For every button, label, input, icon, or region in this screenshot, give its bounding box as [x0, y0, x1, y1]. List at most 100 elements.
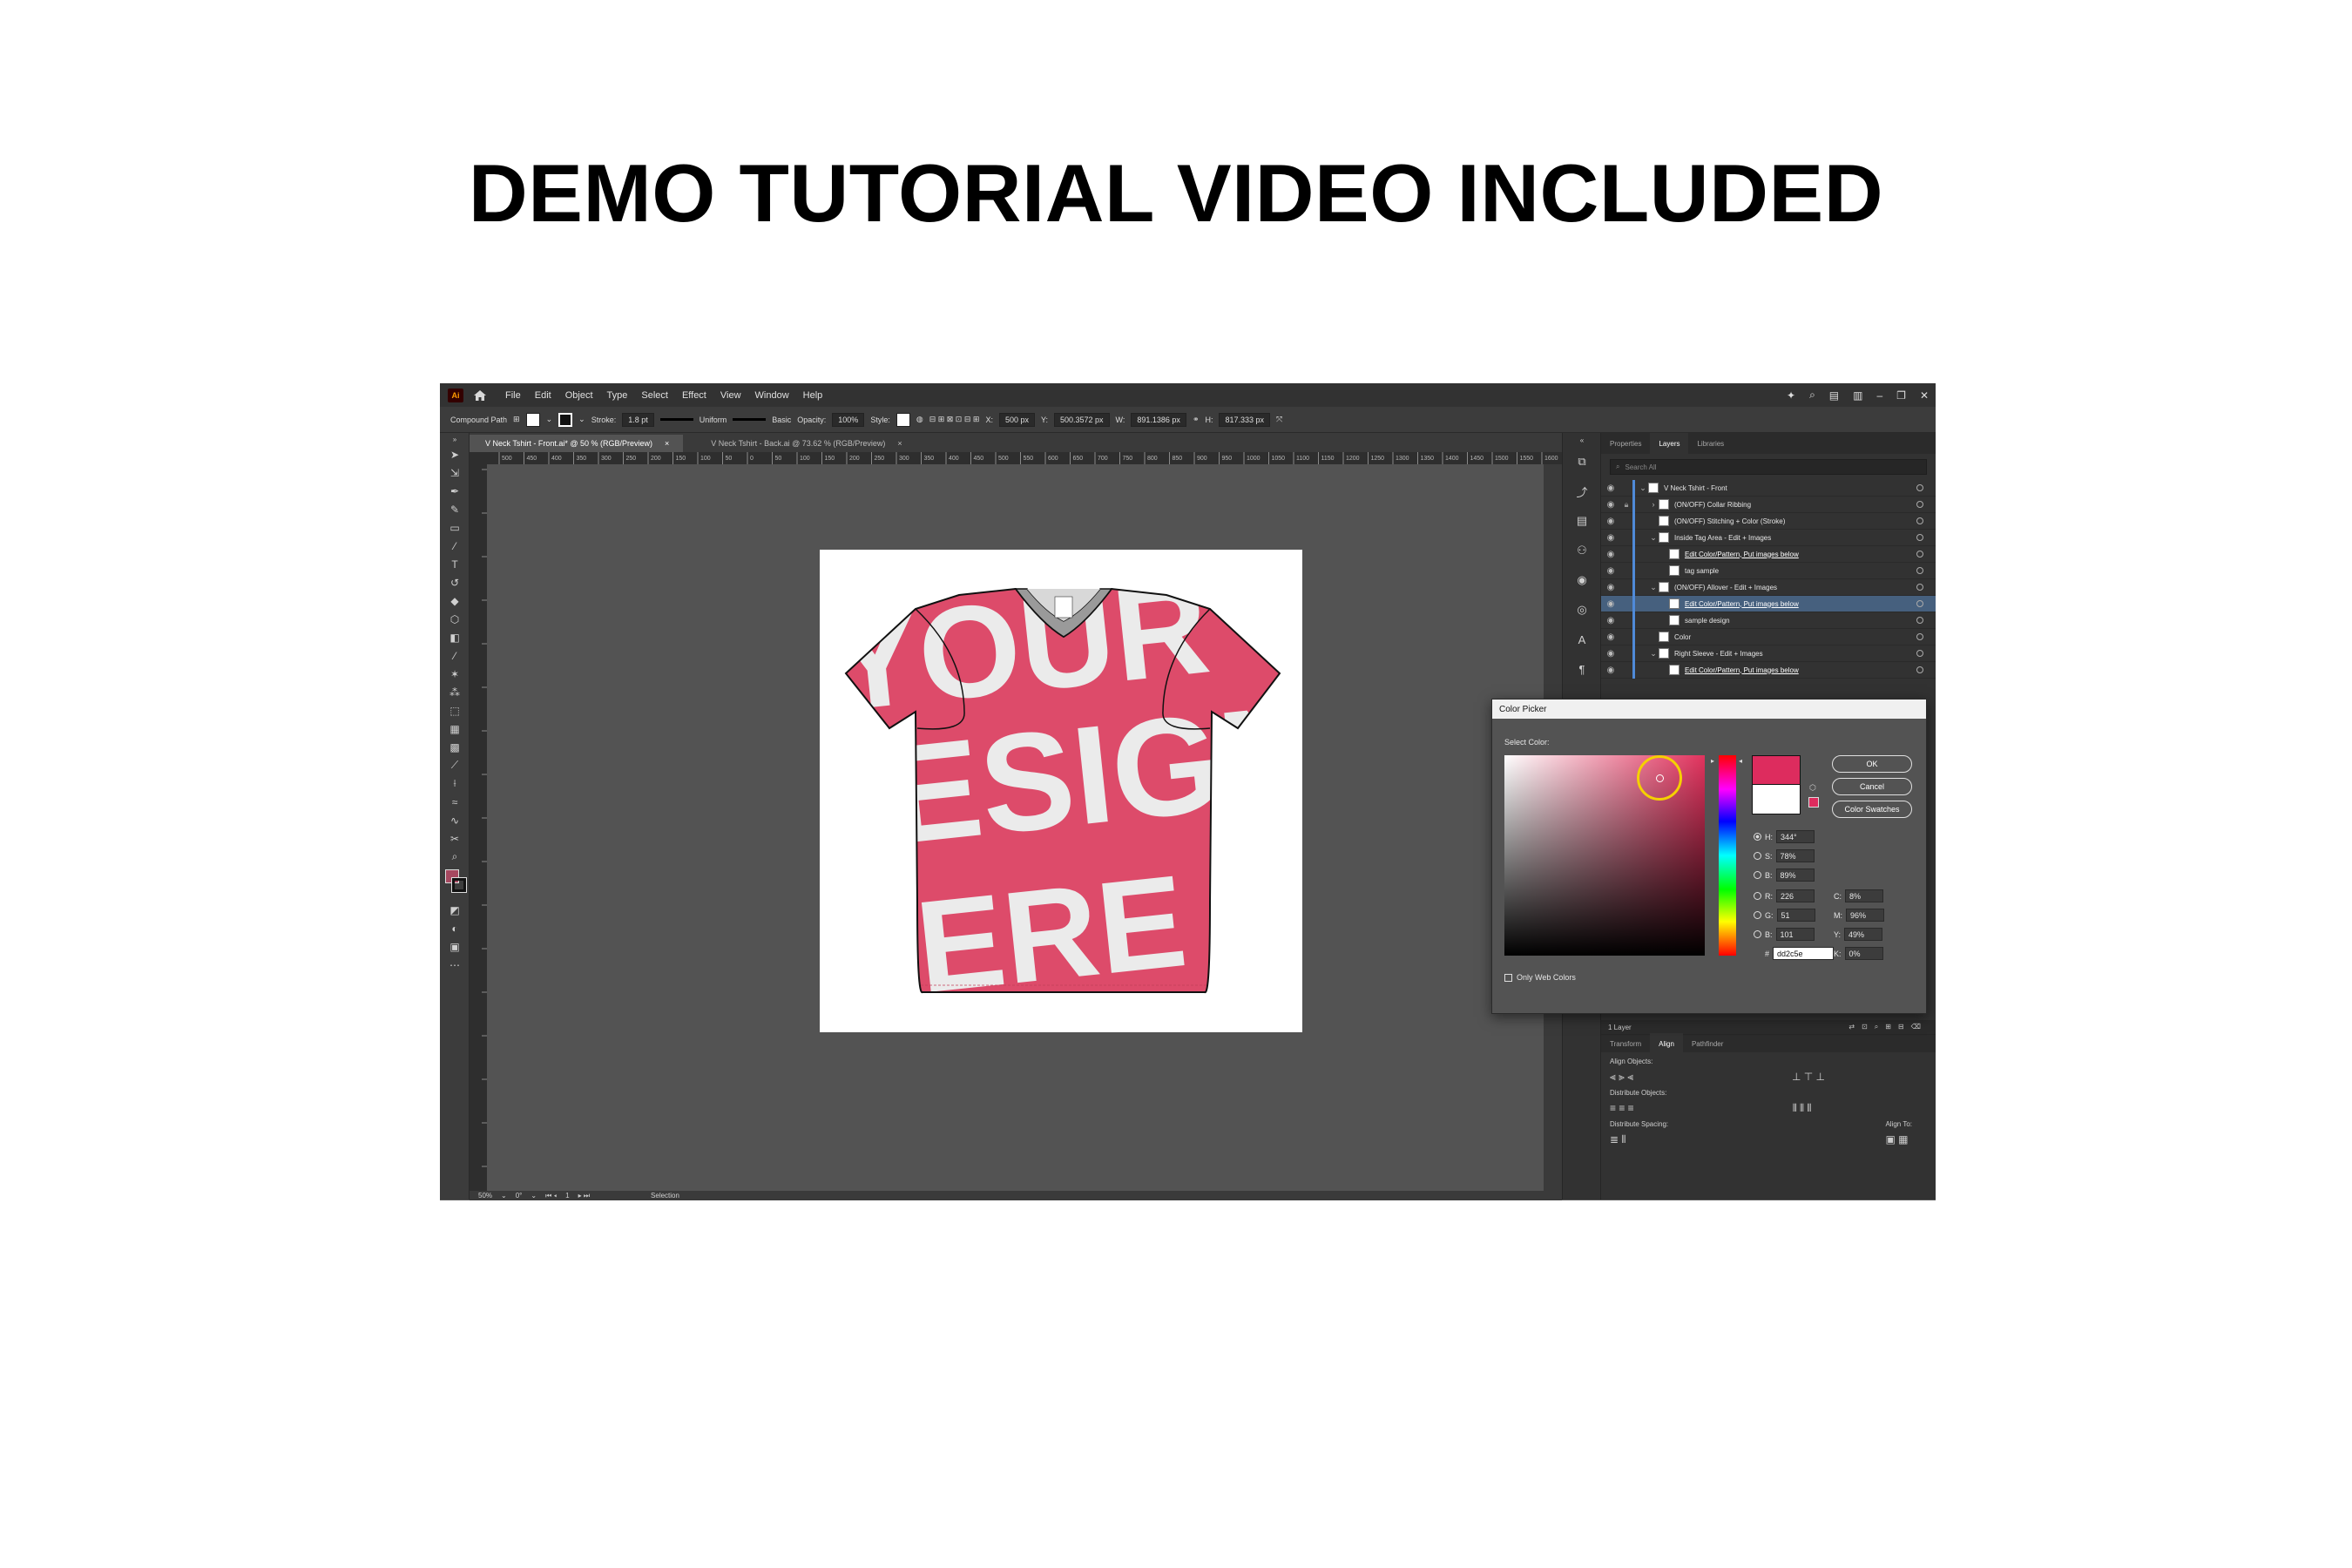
layer-row[interactable]: ◉ Edit Color/Pattern, Put images below: [1601, 546, 1936, 563]
y-input[interactable]: 500.3572 px: [1054, 412, 1110, 427]
perspective-grid-icon[interactable]: ▦: [440, 720, 470, 738]
profile-preview-icon[interactable]: [659, 418, 693, 421]
appearance-icon[interactable]: ◉: [1563, 565, 1601, 595]
layer-row[interactable]: ◉ ⌄ Inside Tag Area - Edit + Images: [1601, 530, 1936, 546]
blend-tool-icon[interactable]: ✶: [440, 665, 470, 683]
twirl-icon[interactable]: ⌄: [1648, 649, 1659, 659]
saturation-brightness-field[interactable]: [1504, 755, 1705, 956]
target-icon[interactable]: [1916, 600, 1923, 607]
eye-icon[interactable]: ◉: [1601, 583, 1620, 592]
brush-preview-icon[interactable]: [733, 418, 767, 421]
eyedropper-tool-icon[interactable]: ⁄: [440, 646, 470, 665]
horizontal-ruler[interactable]: 500 450 400 350 300 250 200 150 100 50 0 50 100 150 20…: [487, 452, 1562, 464]
blue-input[interactable]: 101: [1775, 928, 1815, 941]
warp-tool-icon[interactable]: ∿: [440, 811, 470, 829]
h-input[interactable]: 817.333 px: [1219, 412, 1271, 427]
paragraph-icon[interactable]: ¶: [1563, 654, 1601, 684]
target-icon[interactable]: [1916, 666, 1923, 673]
layer-row[interactable]: ◉ ⌄ (ON/OFF) Allover - Edit + Images: [1601, 579, 1936, 596]
rotate-tool-icon[interactable]: ↺: [440, 573, 470, 591]
shape-builder-icon[interactable]: ⬡: [440, 610, 470, 628]
brightness-radio[interactable]: [1754, 871, 1761, 879]
twirl-icon[interactable]: ⌄: [1648, 533, 1659, 543]
arrange-icon[interactable]: ▥: [1853, 389, 1862, 402]
distribute-spacing-icons[interactable]: ≣ ⫴: [1610, 1133, 1668, 1146]
artboard-navigation[interactable]: ▸ ⏭: [578, 1192, 590, 1200]
twirl-icon[interactable]: ⌄: [1638, 483, 1648, 493]
target-icon[interactable]: [1916, 534, 1923, 541]
hue-radio[interactable]: [1754, 833, 1761, 841]
collapse-icon[interactable]: «: [1563, 433, 1601, 447]
rotation-select[interactable]: 0°: [516, 1192, 523, 1200]
menu-view[interactable]: View: [720, 390, 741, 401]
layer-name[interactable]: (ON/OFF) Stitching + Color (Stroke): [1674, 517, 1785, 525]
layer-name[interactable]: Color: [1674, 633, 1691, 641]
tab-back[interactable]: V Neck Tshirt - Back.ai @ 73.62 % (RGB/P…: [683, 435, 916, 452]
selection-tool-icon[interactable]: ➤: [440, 445, 470, 463]
align-objects-icons[interactable]: ⫷ ⫸ ⫷ ⊥ ⊤ ⊥: [1610, 1071, 1928, 1084]
workspace-icon[interactable]: ▤: [1829, 389, 1839, 402]
menu-type[interactable]: Type: [607, 390, 628, 401]
layer-name[interactable]: V Neck Tshirt - Front: [1664, 484, 1727, 492]
more-tools-icon[interactable]: ⋯: [440, 956, 470, 974]
close-icon[interactable]: ×: [665, 439, 669, 448]
style-swatch[interactable]: [896, 412, 910, 427]
twirl-icon[interactable]: ›: [1648, 500, 1659, 509]
eye-icon[interactable]: ◉: [1601, 666, 1620, 675]
web-colors-option[interactable]: Only Web Colors: [1504, 973, 1576, 982]
direct-selection-tool-icon[interactable]: ⇲: [440, 463, 470, 482]
brush-tool-icon[interactable]: ⁄: [440, 537, 470, 555]
target-icon[interactable]: [1916, 584, 1923, 591]
layer-row[interactable]: ◉ Edit Color/Pattern, Put images below: [1601, 662, 1936, 679]
target-icon[interactable]: [1916, 551, 1923, 558]
graphic-styles-icon[interactable]: ◎: [1563, 595, 1601, 625]
tab-front[interactable]: V Neck Tshirt - Front.ai* @ 50 % (RGB/Pr…: [457, 435, 684, 452]
chevron-down-icon[interactable]: ⌄: [531, 1192, 537, 1200]
layer-row[interactable]: ◉ (ON/OFF) Stitching + Color (Stroke): [1601, 513, 1936, 530]
stroke-weight-input[interactable]: 1.8 pt: [622, 412, 654, 427]
layer-row[interactable]: ◉ ⌄ Right Sleeve - Edit + Images: [1601, 645, 1936, 662]
layer-actions-icons[interactable]: ⇄⊡⌕⊞⊟⌫: [1848, 1023, 1928, 1031]
layer-row[interactable]: ◉ sample design: [1601, 612, 1936, 629]
color-cursor[interactable]: [1656, 774, 1664, 782]
collapse-icon[interactable]: »: [440, 433, 470, 445]
layer-row[interactable]: ◉ Color: [1601, 629, 1936, 645]
gamut-swatch[interactable]: [1808, 797, 1819, 808]
twirl-icon[interactable]: ⌄: [1648, 583, 1659, 592]
layer-name[interactable]: Inside Tag Area - Edit + Images: [1674, 534, 1771, 542]
saturation-radio[interactable]: [1754, 852, 1761, 860]
restore-icon[interactable]: ❐: [1896, 389, 1906, 402]
layer-name[interactable]: Right Sleeve - Edit + Images: [1674, 650, 1763, 658]
color-guide-icon[interactable]: ⚇: [1563, 536, 1601, 565]
layer-row[interactable]: ◉ ⌄ V Neck Tshirt - Front: [1601, 480, 1936, 497]
document-icon[interactable]: ▤: [1563, 506, 1601, 536]
magenta-input[interactable]: 96%: [1846, 909, 1884, 922]
web-colors-checkbox[interactable]: [1504, 973, 1512, 982]
current-tool[interactable]: Selection: [651, 1192, 679, 1200]
profile-select[interactable]: Uniform: [700, 416, 727, 424]
scissors-tool-icon[interactable]: ✂: [440, 829, 470, 848]
layer-row[interactable]: ◉ 🔒︎ › (ON/OFF) Collar Ribbing: [1601, 497, 1936, 513]
w-input[interactable]: 891.1386 px: [1131, 412, 1186, 427]
canvas[interactable]: YOUR DESIGN HERE: [487, 464, 1544, 1191]
eye-icon[interactable]: ◉: [1601, 500, 1620, 510]
tab-libraries[interactable]: Libraries: [1688, 433, 1733, 454]
export-icon[interactable]: ⤴: [1563, 476, 1601, 506]
yellow-input[interactable]: 49%: [1844, 928, 1883, 941]
green-radio[interactable]: [1754, 911, 1761, 919]
out-of-gamut-icon[interactable]: ⬡: [1809, 783, 1816, 793]
draw-mode-icon[interactable]: ◐: [440, 919, 470, 937]
hue-input[interactable]: 344°: [1776, 830, 1815, 843]
gradient-tool-icon[interactable]: ◧: [440, 628, 470, 646]
menu-window[interactable]: Window: [755, 390, 789, 401]
color-mode-icon[interactable]: ◩: [440, 901, 470, 919]
fill-swatch[interactable]: [525, 412, 540, 427]
eye-icon[interactable]: ◉: [1601, 483, 1620, 493]
target-icon[interactable]: [1916, 501, 1923, 508]
red-radio[interactable]: [1754, 892, 1761, 900]
layer-row[interactable]: ◉ tag sample: [1601, 563, 1936, 579]
eye-icon[interactable]: ◉: [1601, 533, 1620, 543]
tab-transform[interactable]: Transform: [1601, 1033, 1650, 1054]
chevron-down-icon[interactable]: ⌄: [578, 415, 585, 424]
cancel-button[interactable]: Cancel: [1832, 778, 1912, 795]
